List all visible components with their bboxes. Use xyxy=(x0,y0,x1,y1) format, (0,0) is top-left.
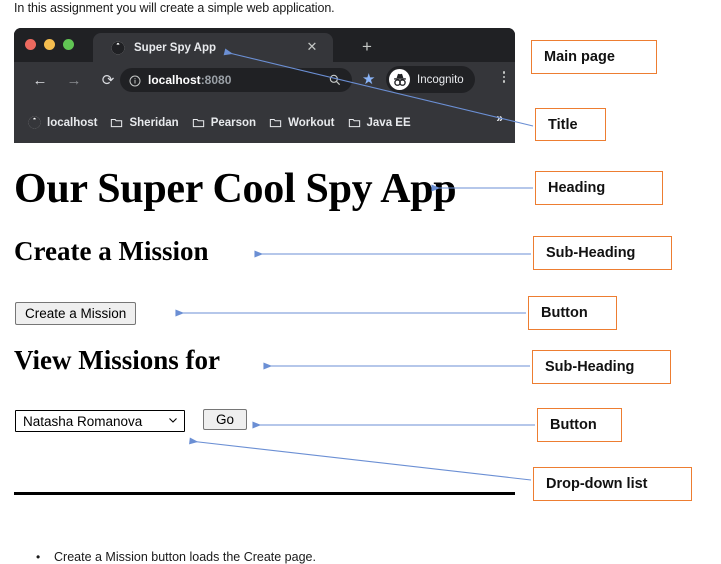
annotation-main-page: Main page xyxy=(531,40,657,74)
magnifier-icon[interactable] xyxy=(328,73,342,87)
bookmark-star-icon[interactable]: ★ xyxy=(362,72,375,87)
url-port: :8080 xyxy=(200,73,232,87)
subheading-create-mission: Create a Mission xyxy=(14,236,209,266)
bookmarks-bar: localhost Sheridan Pearson Workout Java … xyxy=(14,98,515,143)
bookmark-label: Java EE xyxy=(366,116,411,129)
folder-icon xyxy=(192,116,205,129)
close-window-icon[interactable] xyxy=(25,39,36,50)
info-circle-icon[interactable] xyxy=(129,74,141,87)
bookmark-label: localhost xyxy=(47,116,98,129)
annotation-heading: Heading xyxy=(535,171,663,205)
browser-tab-title: Super Spy App xyxy=(134,41,216,54)
bookmarks-overflow-icon[interactable]: » xyxy=(496,111,503,125)
bookmark-localhost[interactable]: localhost xyxy=(28,116,97,129)
address-bar[interactable]: localhost:8080 xyxy=(120,68,352,92)
intro-text: In this assignment you will create a sim… xyxy=(14,1,335,15)
go-button[interactable]: Go xyxy=(203,409,248,430)
globe-icon xyxy=(28,116,41,129)
annotation-drop-down: Drop-down list xyxy=(533,467,692,501)
list-item-label: Create a Mission button loads the Create… xyxy=(54,550,316,564)
forward-button[interactable]: → xyxy=(63,69,85,91)
globe-icon xyxy=(111,41,125,55)
list-item: • Create a Mission button loads the Crea… xyxy=(36,550,316,564)
minimize-window-icon[interactable] xyxy=(44,39,55,50)
agent-select-dropdown[interactable]: Natasha Romanova xyxy=(15,410,185,432)
address-bar-url: localhost:8080 xyxy=(148,73,231,87)
bookmark-workout[interactable]: Workout xyxy=(269,116,335,129)
browser-toolbar: ← → ⟳ localhost:8080 ★ Incognito xyxy=(14,62,515,98)
annotation-button-2: Button xyxy=(537,408,622,442)
window-traffic-lights xyxy=(25,39,74,50)
bookmark-label: Pearson xyxy=(210,116,257,129)
bullet-marker: • xyxy=(36,550,41,564)
browser-tab-strip: Super Spy App ✕ + xyxy=(14,28,515,62)
create-mission-button[interactable]: Create a Mission xyxy=(15,302,137,325)
bookmark-label: Sheridan xyxy=(129,116,179,129)
annotation-title: Title xyxy=(535,108,606,141)
bookmark-label: Workout xyxy=(288,116,335,129)
horizontal-rule xyxy=(14,492,515,495)
chevron-down-icon xyxy=(167,414,179,429)
browser-tab-super-spy-app[interactable]: Super Spy App ✕ xyxy=(93,33,333,62)
incognito-icon xyxy=(389,69,410,90)
folder-icon xyxy=(110,116,123,129)
browser-window: Super Spy App ✕ + ← → ⟳ localhost:8080 ★… xyxy=(14,28,515,143)
agent-select-value: Natasha Romanova xyxy=(23,413,143,429)
subheading-view-missions: View Missions for xyxy=(14,345,220,375)
new-tab-button[interactable]: + xyxy=(358,38,376,56)
close-tab-icon[interactable]: ✕ xyxy=(305,40,319,54)
bookmark-pearson[interactable]: Pearson xyxy=(192,116,256,129)
maximize-window-icon[interactable] xyxy=(63,39,74,50)
folder-icon xyxy=(269,116,282,129)
url-host: localhost xyxy=(148,73,201,87)
annotation-button-1: Button xyxy=(528,296,617,330)
kebab-menu-icon[interactable] xyxy=(502,71,506,83)
bookmark-sheridan[interactable]: Sheridan xyxy=(110,116,179,129)
reload-button[interactable]: ⟳ xyxy=(97,69,119,91)
back-button[interactable]: ← xyxy=(29,69,51,91)
page-heading: Our Super Cool Spy App xyxy=(14,166,457,212)
incognito-indicator[interactable]: Incognito xyxy=(386,66,475,93)
folder-icon xyxy=(348,116,361,129)
bookmark-java-ee[interactable]: Java EE xyxy=(348,116,411,129)
annotation-sub-heading-2: Sub-Heading xyxy=(532,350,671,384)
annotation-sub-heading-1: Sub-Heading xyxy=(533,236,672,270)
incognito-label: Incognito xyxy=(417,73,464,86)
